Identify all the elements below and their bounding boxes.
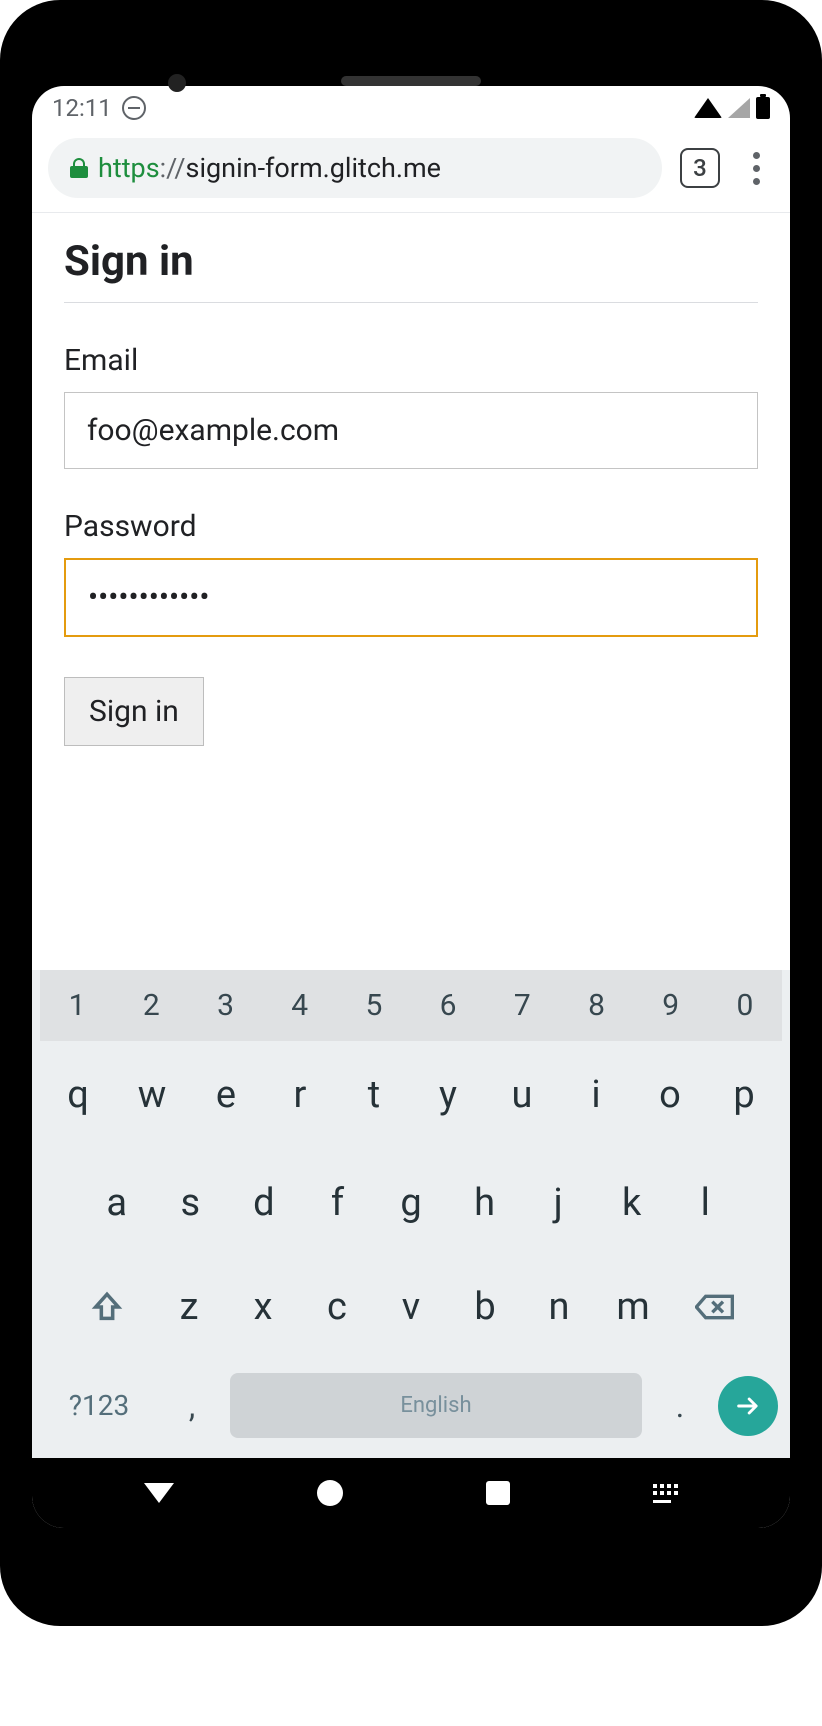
key-q[interactable]: q <box>41 1063 115 1127</box>
period-key[interactable]: . <box>650 1387 710 1425</box>
status-bar: 12:11 <box>32 86 790 126</box>
key-g[interactable]: g <box>374 1171 448 1235</box>
key-h[interactable]: h <box>448 1171 522 1235</box>
key-p[interactable]: p <box>707 1063 781 1127</box>
nav-back-button[interactable] <box>144 1483 174 1503</box>
spacebar[interactable]: English <box>230 1373 642 1438</box>
key-u[interactable]: u <box>485 1063 559 1127</box>
key-n[interactable]: n <box>522 1275 596 1339</box>
backspace-key[interactable] <box>670 1292 760 1322</box>
key-2[interactable]: 2 <box>114 970 188 1041</box>
shift-key[interactable] <box>62 1290 152 1324</box>
front-camera <box>168 74 186 92</box>
key-c[interactable]: c <box>300 1275 374 1339</box>
key-s[interactable]: s <box>154 1171 228 1235</box>
email-field-group: Email <box>64 343 758 469</box>
arrow-right-icon <box>734 1392 762 1420</box>
shift-icon <box>90 1290 124 1324</box>
phone-bezel: 12:11 https://signin-form.glitch.me <box>18 18 804 1608</box>
nav-recent-button[interactable] <box>486 1481 510 1505</box>
email-label: Email <box>64 343 758 378</box>
lock-icon <box>70 158 88 178</box>
keyboard-bottom-row: ?123 , English . <box>40 1357 782 1446</box>
keyboard-row-3: z x c v b n m <box>40 1257 782 1357</box>
key-9[interactable]: 9 <box>634 970 708 1041</box>
key-r[interactable]: r <box>263 1063 337 1127</box>
url-host: signin-form.glitch.me <box>186 152 442 184</box>
key-i[interactable]: i <box>559 1063 633 1127</box>
key-6[interactable]: 6 <box>411 970 485 1041</box>
password-label: Password <box>64 509 758 544</box>
status-left: 12:11 <box>52 94 146 122</box>
key-k[interactable]: k <box>595 1171 669 1235</box>
key-7[interactable]: 7 <box>485 970 559 1041</box>
tab-switcher-button[interactable]: 3 <box>680 148 720 188</box>
enter-key[interactable] <box>718 1376 778 1436</box>
url-scheme: https <box>98 152 160 184</box>
url-separator: :// <box>160 152 186 184</box>
key-v[interactable]: v <box>374 1275 448 1339</box>
key-e[interactable]: e <box>189 1063 263 1127</box>
sign-in-button[interactable]: Sign in <box>64 677 204 746</box>
status-right <box>694 97 770 119</box>
more-menu-button[interactable] <box>738 152 774 185</box>
keyboard-row-2: a s d f g h j k l <box>40 1149 782 1257</box>
keyboard-number-row: 1 2 3 4 5 6 7 8 9 0 <box>40 970 782 1041</box>
key-1[interactable]: 1 <box>40 970 114 1041</box>
screen: 12:11 https://signin-form.glitch.me <box>32 86 790 1528</box>
page-content: Sign in Email Password Sign in <box>32 213 790 970</box>
backspace-icon <box>695 1292 735 1322</box>
symbols-key[interactable]: ?123 <box>44 1389 154 1422</box>
key-z[interactable]: z <box>152 1275 226 1339</box>
key-3[interactable]: 3 <box>188 970 262 1041</box>
nav-home-button[interactable] <box>317 1480 343 1506</box>
address-bar[interactable]: https://signin-form.glitch.me <box>48 138 662 198</box>
phone-frame: 12:11 https://signin-form.glitch.me <box>0 0 822 1626</box>
key-l[interactable]: l <box>668 1171 742 1235</box>
wifi-icon <box>694 98 722 118</box>
key-m[interactable]: m <box>596 1275 670 1339</box>
nav-keyboard-switch-button[interactable] <box>653 1484 678 1503</box>
password-field-group: Password <box>64 509 758 637</box>
cellular-icon <box>728 98 750 118</box>
key-4[interactable]: 4 <box>263 970 337 1041</box>
key-0[interactable]: 0 <box>708 970 782 1041</box>
speaker-grille <box>341 76 481 86</box>
soft-keyboard: 1 2 3 4 5 6 7 8 9 0 q w e r t y <box>32 970 790 1458</box>
do-not-disturb-icon <box>122 96 146 120</box>
page-title: Sign in <box>64 237 758 303</box>
key-j[interactable]: j <box>521 1171 595 1235</box>
key-8[interactable]: 8 <box>559 970 633 1041</box>
key-f[interactable]: f <box>301 1171 375 1235</box>
key-d[interactable]: d <box>227 1171 301 1235</box>
key-a[interactable]: a <box>80 1171 154 1235</box>
password-input[interactable] <box>64 558 758 637</box>
key-5[interactable]: 5 <box>337 970 411 1041</box>
key-w[interactable]: w <box>115 1063 189 1127</box>
keyboard-row-1: q w e r t y u i o p <box>40 1041 782 1149</box>
android-navbar <box>32 1458 790 1528</box>
key-b[interactable]: b <box>448 1275 522 1339</box>
clock: 12:11 <box>52 94 112 122</box>
key-y[interactable]: y <box>411 1063 485 1127</box>
battery-icon <box>756 97 770 119</box>
key-o[interactable]: o <box>633 1063 707 1127</box>
key-t[interactable]: t <box>337 1063 411 1127</box>
key-x[interactable]: x <box>226 1275 300 1339</box>
comma-key[interactable]: , <box>162 1387 222 1425</box>
email-input[interactable] <box>64 392 758 469</box>
browser-toolbar: https://signin-form.glitch.me 3 <box>32 126 790 213</box>
